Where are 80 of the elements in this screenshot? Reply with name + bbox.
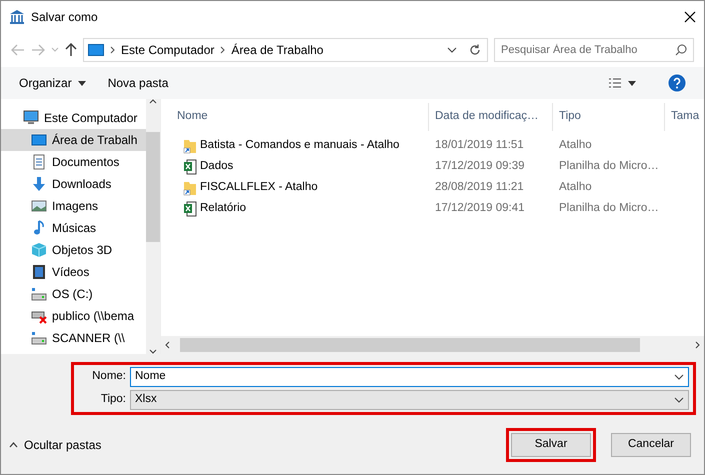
chevron-down-icon [51, 47, 59, 53]
back-arrow-icon [11, 44, 25, 56]
chevron-left-icon [165, 341, 170, 349]
monitor-icon [88, 44, 104, 56]
caret-down-icon [628, 80, 636, 86]
shortcut-folder-icon [183, 180, 197, 196]
breadcrumb-item[interactable]: Área de Trabalho [231, 41, 324, 59]
list-view-icon [608, 77, 622, 89]
drive-icon [31, 286, 47, 302]
chevron-right-icon [695, 341, 700, 349]
column-header[interactable]: Nome [171, 103, 429, 131]
sidebar-item[interactable]: publico (\\bema [1, 305, 146, 327]
caret-down-icon [78, 80, 86, 86]
sidebar-item[interactable]: Downloads [1, 173, 146, 195]
file-name[interactable]: Relatório [177, 200, 429, 218]
file-date: 28/08/2019 11:21 [434, 180, 525, 195]
hide-folders-button[interactable]: Ocultar pastas [9, 436, 102, 454]
field-label: Tipo: [100, 392, 126, 408]
address-bar[interactable]: Este Computador Área de Trabalho [83, 38, 488, 62]
sidebar-item[interactable]: Este Computador [1, 107, 146, 129]
sidebar-item[interactable]: Músicas [1, 217, 146, 239]
film-icon [31, 264, 47, 280]
dialog-button[interactable]: Cancelar [611, 432, 691, 456]
chevron-up-icon [9, 442, 18, 448]
file-name[interactable]: Batista - Comandos e manuais - Atalho [177, 136, 429, 154]
file-name[interactable]: FISCALLFLEX - Atalho [177, 178, 429, 196]
column-header[interactable]: Tama [665, 103, 705, 131]
down-arrow-icon [31, 176, 47, 192]
music-note-icon [31, 220, 47, 236]
file-type: Atalho [558, 138, 593, 153]
drive-icon [31, 330, 47, 346]
up-arrow-icon [65, 43, 77, 57]
sidebar-item[interactable]: Documentos [1, 151, 146, 173]
chevron-down-icon [149, 349, 157, 354]
close-icon[interactable] [684, 11, 696, 23]
sidebar-item[interactable]: Objetos 3D [1, 239, 146, 261]
file-type: Planilha do Micro… [558, 158, 660, 174]
chevron-down-icon [674, 397, 684, 403]
chevron-right-icon [110, 46, 115, 54]
field-label: Nome: [91, 369, 126, 384]
sidebar-item[interactable]: SCANNER (\\ [1, 327, 146, 349]
search-icon [675, 44, 687, 56]
scrollbar-thumb[interactable] [146, 132, 160, 242]
file-name[interactable]: Dados [177, 158, 429, 176]
spreadsheet-icon [183, 200, 197, 216]
sidebar-item[interactable]: Imagens [1, 195, 146, 217]
spreadsheet-icon [183, 158, 197, 174]
file-type-dropdown[interactable]: Xlsx [130, 390, 689, 410]
monitor-icon [23, 110, 39, 126]
view-options-button[interactable] [608, 77, 636, 89]
chevron-up-icon [149, 99, 157, 104]
column-header[interactable]: Tipo [553, 103, 665, 131]
file-type: Atalho [558, 180, 593, 195]
breadcrumb-item[interactable]: Este Computador [121, 41, 214, 59]
chevron-down-icon [674, 374, 684, 380]
file-date: 17/12/2019 09:39 [434, 158, 526, 174]
monitor-icon [31, 132, 47, 148]
scrollbar-thumb[interactable] [180, 338, 640, 352]
refresh-icon[interactable] [469, 44, 481, 56]
file-date: 17/12/2019 09:41 [434, 200, 526, 216]
cube-icon [31, 242, 47, 258]
chevron-down-icon [447, 47, 457, 53]
forward-arrow-icon [31, 44, 45, 56]
window-title: Salvar como [31, 9, 98, 26]
chevron-right-icon [220, 46, 226, 54]
sidebar-item[interactable]: Vídeos [1, 261, 146, 283]
file-type: Planilha do Micro… [558, 200, 660, 216]
picture-icon [31, 198, 47, 214]
organize-button[interactable]: Organizar [19, 74, 86, 92]
document-icon [31, 154, 47, 170]
shortcut-folder-icon [183, 138, 197, 154]
sidebar-item[interactable]: Área de Trabalh [1, 129, 146, 151]
file-name-field[interactable]: Nome [130, 367, 689, 387]
new-folder-button[interactable]: Nova pasta [108, 74, 168, 92]
help-icon[interactable] [668, 74, 686, 92]
sidebar-item[interactable]: OS (C:) [1, 283, 146, 305]
dialog-button[interactable]: Salvar [511, 432, 591, 456]
file-date: 18/01/2019 11:51 [434, 138, 525, 153]
column-header[interactable]: Data de modificaç… [429, 103, 553, 131]
library-icon [9, 9, 25, 25]
